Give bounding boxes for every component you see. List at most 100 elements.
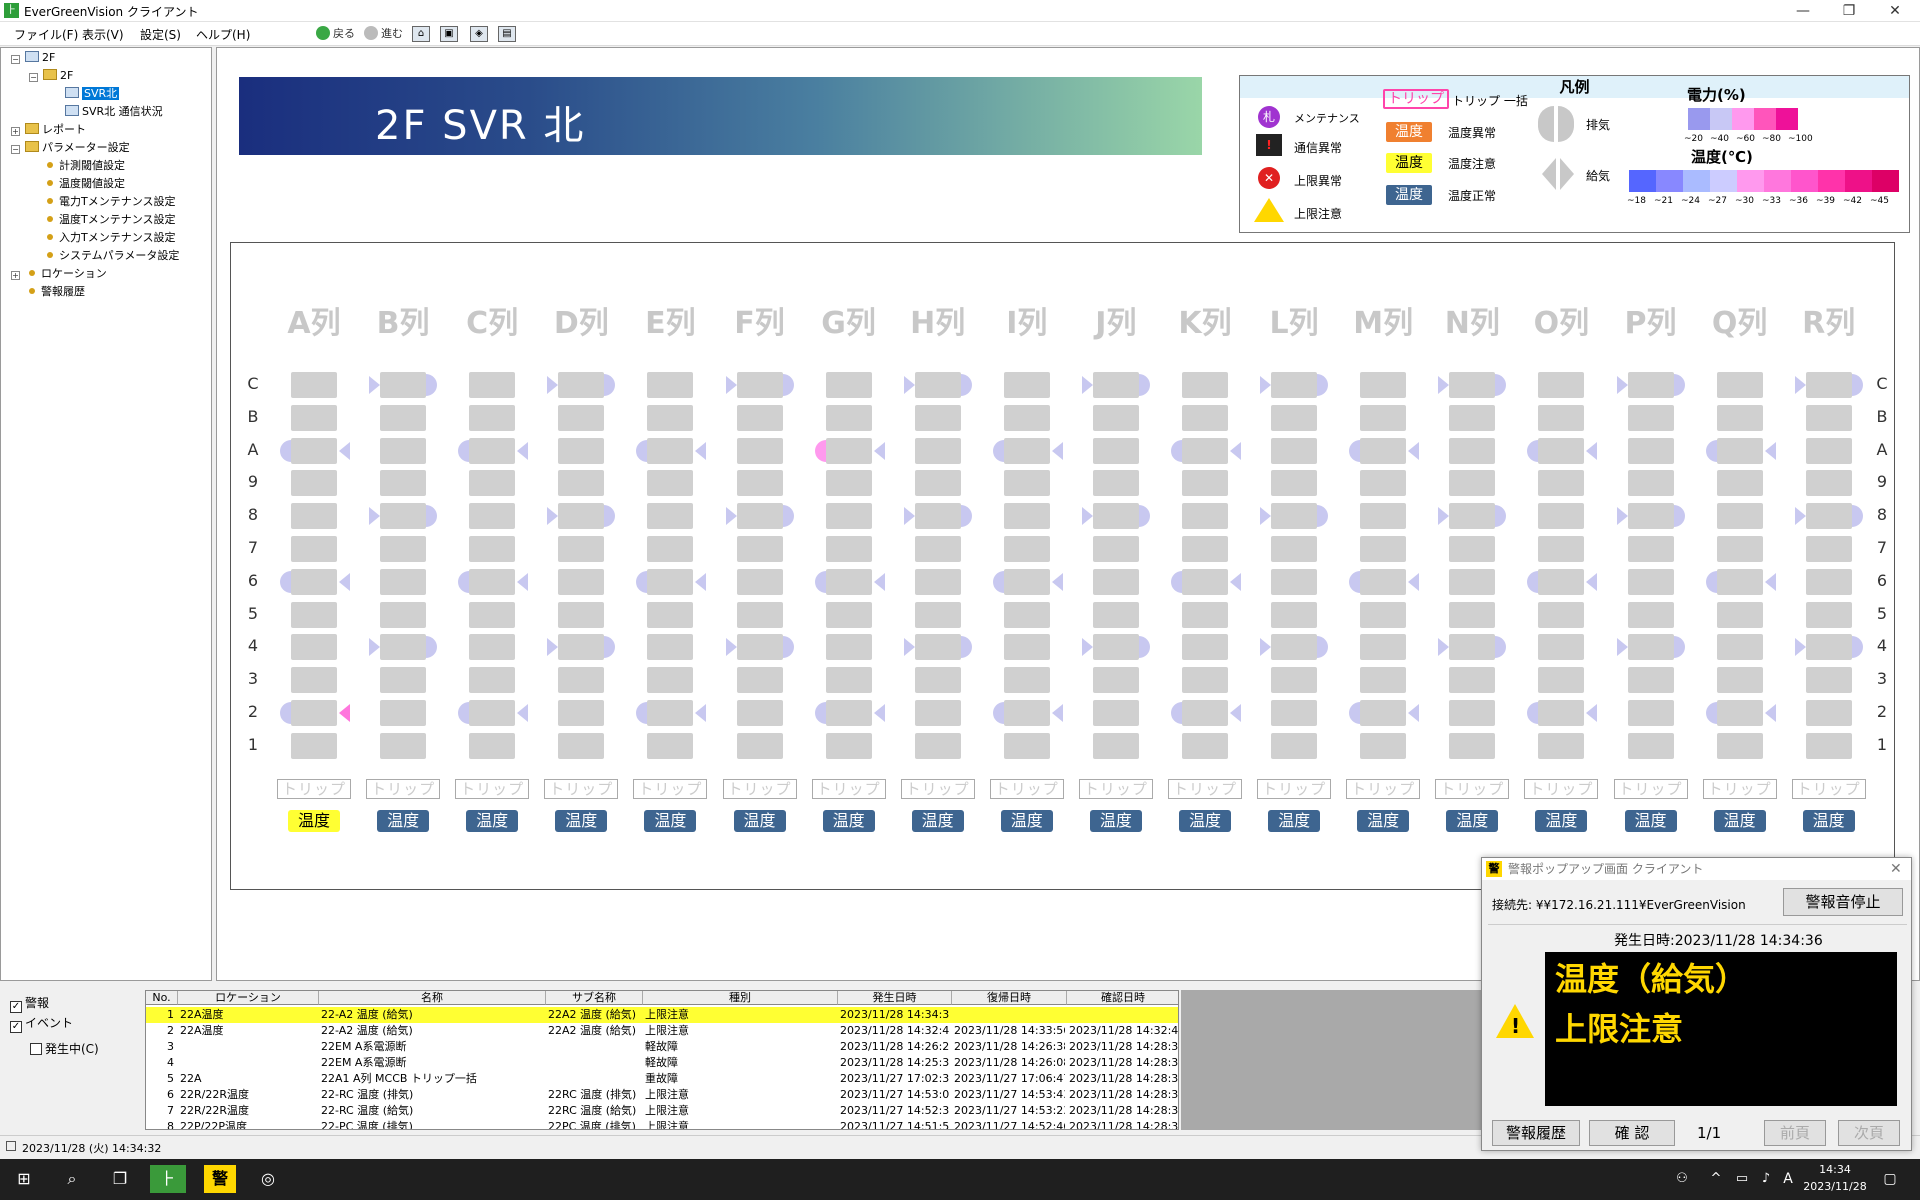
rack-slot[interactable] bbox=[1003, 601, 1050, 628]
rack-slot[interactable] bbox=[558, 568, 605, 595]
rack-slot[interactable] bbox=[1271, 634, 1318, 661]
rack-slot[interactable] bbox=[914, 634, 961, 661]
rack-slot[interactable] bbox=[1003, 634, 1050, 661]
supply-sensor-icon[interactable] bbox=[695, 572, 707, 591]
rack-slot[interactable] bbox=[291, 601, 337, 628]
rack-slot[interactable] bbox=[558, 634, 605, 661]
rack-slot[interactable] bbox=[914, 536, 961, 562]
rack-slot[interactable] bbox=[1360, 372, 1407, 398]
rack-slot[interactable] bbox=[1092, 536, 1139, 562]
supply-sensor-icon[interactable] bbox=[369, 507, 381, 526]
rack-slot[interactable] bbox=[1360, 601, 1407, 628]
supply-sensor-icon[interactable] bbox=[517, 572, 529, 591]
rack-slot[interactable] bbox=[380, 437, 427, 464]
alarm-history-button[interactable]: 警報履歴 bbox=[1492, 1120, 1580, 1146]
rack-slot[interactable] bbox=[469, 503, 516, 530]
rack-slot[interactable] bbox=[558, 667, 605, 694]
temperature-badge[interactable]: 温度 bbox=[1089, 810, 1142, 832]
rack-slot[interactable] bbox=[1716, 372, 1763, 398]
rack-slot[interactable] bbox=[914, 372, 961, 398]
expand-toggle[interactable]: − bbox=[11, 55, 20, 64]
rack-slot[interactable] bbox=[558, 372, 605, 398]
rack-slot[interactable] bbox=[1003, 568, 1050, 595]
rack-slot[interactable] bbox=[1716, 634, 1763, 661]
rack-slot[interactable] bbox=[1182, 470, 1228, 497]
close-button[interactable]: ✕ bbox=[1872, 0, 1918, 22]
rack-slot[interactable] bbox=[291, 470, 337, 497]
temperature-badge[interactable]: 温度 bbox=[1535, 810, 1588, 832]
table-row[interactable]: 3 22EM A系電源断 軽故障 2023/11/28 14:26:22 2023/11… bbox=[146, 1039, 1178, 1055]
tree-item-2f-root[interactable]: 2F bbox=[25, 50, 55, 66]
rack-slot[interactable] bbox=[291, 634, 337, 661]
supply-sensor-icon[interactable] bbox=[517, 704, 529, 722]
rack-slot[interactable] bbox=[1449, 667, 1496, 694]
rack-slot[interactable] bbox=[1449, 568, 1496, 595]
rack-slot[interactable] bbox=[1627, 732, 1674, 759]
rack-slot[interactable] bbox=[1271, 568, 1318, 595]
menu-view[interactable]: 表示(V) bbox=[82, 26, 124, 43]
rack-slot[interactable] bbox=[380, 667, 427, 694]
rack-slot[interactable] bbox=[1627, 700, 1674, 726]
table-header-cell[interactable]: 発生日時 bbox=[838, 991, 952, 1005]
rack-slot[interactable] bbox=[1538, 437, 1585, 464]
rack-slot[interactable] bbox=[469, 470, 516, 497]
rack-slot[interactable] bbox=[1538, 700, 1585, 726]
table-row[interactable]: 6 22R/22R温度 22-RC 温度 (排気) 22RC 温度 (排気) 上限注意 2… bbox=[146, 1087, 1178, 1103]
exhaust-sensor-icon[interactable] bbox=[1349, 439, 1361, 462]
rack-slot[interactable] bbox=[1627, 437, 1674, 464]
trip-indicator[interactable]: トリップ bbox=[811, 779, 886, 799]
supply-sensor-icon[interactable] bbox=[1408, 441, 1420, 460]
rack-slot[interactable] bbox=[1805, 568, 1852, 595]
rack-slot[interactable] bbox=[558, 700, 605, 726]
maximize-button[interactable]: ❐ bbox=[1826, 0, 1872, 22]
rack-slot[interactable] bbox=[1003, 404, 1050, 431]
rack-slot[interactable] bbox=[647, 372, 694, 398]
confirm-button[interactable]: 確 認 bbox=[1589, 1120, 1675, 1146]
trip-indicator[interactable]: トリップ bbox=[1524, 779, 1599, 799]
rack-slot[interactable] bbox=[1003, 700, 1050, 726]
rack-slot[interactable] bbox=[1182, 601, 1228, 628]
supply-sensor-icon[interactable] bbox=[873, 441, 885, 460]
supply-sensor-icon[interactable] bbox=[369, 638, 381, 657]
menu-help[interactable]: ヘルプ(H) bbox=[196, 26, 250, 43]
rack-slot[interactable] bbox=[1360, 404, 1407, 431]
rack-slot[interactable] bbox=[380, 568, 427, 595]
table-header-cell[interactable]: ロケーション bbox=[178, 991, 319, 1005]
trip-indicator[interactable]: トリップ bbox=[1168, 779, 1242, 799]
rack-slot[interactable] bbox=[1716, 601, 1763, 628]
rack-slot[interactable] bbox=[914, 503, 961, 530]
rack-slot[interactable] bbox=[1449, 634, 1496, 661]
rack-slot[interactable] bbox=[1092, 568, 1139, 595]
rack-slot[interactable] bbox=[825, 634, 872, 661]
rack-slot[interactable] bbox=[1182, 568, 1228, 595]
menu-settings[interactable]: 設定(S) bbox=[140, 26, 181, 43]
supply-sensor-icon[interactable] bbox=[1586, 441, 1598, 460]
supply-sensor-icon[interactable] bbox=[1764, 704, 1776, 722]
rack-slot[interactable] bbox=[736, 503, 783, 530]
prev-page-button[interactable]: 前頁 bbox=[1764, 1120, 1826, 1146]
rack-slot[interactable] bbox=[1449, 437, 1496, 464]
rack-slot[interactable] bbox=[1360, 732, 1407, 759]
rack-slot[interactable] bbox=[1449, 503, 1496, 530]
rack-slot[interactable] bbox=[647, 667, 694, 694]
windows-start-icon[interactable]: ⊞ bbox=[10, 1165, 38, 1193]
rack-slot[interactable] bbox=[736, 667, 783, 694]
rack-slot[interactable] bbox=[291, 404, 337, 431]
rack-slot[interactable] bbox=[1360, 437, 1407, 464]
rack-slot[interactable] bbox=[1271, 700, 1318, 726]
temperature-badge[interactable]: 温度 bbox=[1268, 810, 1321, 832]
rack-slot[interactable] bbox=[1716, 667, 1763, 694]
tree-item-2f[interactable]: 2F bbox=[43, 68, 73, 84]
tree-item-svr-north[interactable]: SVR北 bbox=[65, 86, 120, 102]
rack-slot[interactable] bbox=[469, 536, 516, 562]
temperature-badge[interactable]: 温度 bbox=[1179, 810, 1231, 832]
rack-slot[interactable] bbox=[469, 601, 516, 628]
rack-slot[interactable] bbox=[1182, 437, 1228, 464]
rack-slot[interactable] bbox=[291, 667, 337, 694]
rack-slot[interactable] bbox=[469, 372, 516, 398]
supply-sensor-icon[interactable] bbox=[1438, 638, 1450, 657]
rack-slot[interactable] bbox=[1538, 404, 1585, 431]
temperature-badge[interactable]: 温度 bbox=[1357, 810, 1410, 832]
rack-slot[interactable] bbox=[558, 470, 605, 497]
rack-slot[interactable] bbox=[914, 568, 961, 595]
